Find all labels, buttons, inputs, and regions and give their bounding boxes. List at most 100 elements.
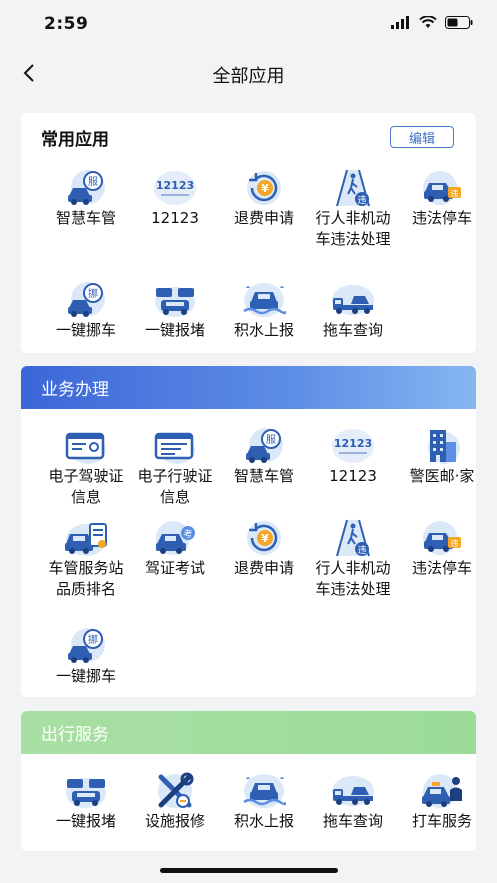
svg-text:¥: ¥ (261, 182, 269, 195)
refund-icon: ¥ (242, 168, 286, 208)
app-item-driver-license[interactable]: 电子驾驶证信息 (40, 426, 132, 508)
svg-text:违: 违 (451, 189, 459, 198)
app-item-illegal-parking[interactable]: 违违法停车 (396, 168, 476, 229)
app-item-label: 积水上报 (233, 812, 294, 830)
app-item-move-car[interactable]: 挪一键挪车 (40, 280, 132, 341)
report-congestion-icon (64, 771, 108, 811)
app-item-label: 设施报修 (144, 812, 205, 830)
app-item-label: 警医邮·家 (409, 467, 475, 485)
app-item-label: 行人非机动车违法处理 (315, 209, 391, 248)
driver-license-icon (64, 426, 108, 466)
app-item-refund[interactable]: ¥ 退费申请 (218, 518, 310, 579)
app-item-report-congestion[interactable]: 一键报堵 (129, 280, 221, 341)
nav-bar: 全部应用 (0, 50, 497, 98)
app-item-car-service[interactable]: 服智慧车管 (218, 426, 310, 487)
travel-title: 出行服务 (41, 725, 109, 745)
business-header: 业务办理 (21, 366, 476, 409)
svg-text:12123: 12123 (156, 179, 194, 192)
app-item-tow-truck[interactable]: 拖车查询 (307, 280, 399, 341)
app-item-label: 退费申请 (233, 209, 294, 227)
app-item-label: 12123 (151, 209, 199, 227)
app-item-label: 拖车查询 (322, 812, 383, 830)
svg-text:服: 服 (88, 176, 98, 188)
pedestrian-violation-icon: 违 (331, 168, 375, 208)
app-item-refund[interactable]: ¥ 退费申请 (218, 168, 310, 229)
station-ranking-icon (64, 518, 108, 558)
app-item-pedestrian-violation[interactable]: 违行人非机动车违法处理 (307, 168, 399, 250)
app-item-label: 车管服务站品质排名 (48, 559, 124, 598)
edit-button[interactable]: 编辑 (390, 126, 454, 148)
app-item-label: 打车服务 (411, 812, 472, 830)
app-item-label: 12123 (329, 467, 377, 485)
app-item-taxi-service[interactable]: 打车服务 (396, 771, 476, 832)
travel-header: 出行服务 (21, 711, 476, 754)
app-item-water-report[interactable]: 积水上报 (218, 280, 310, 341)
app-item-label: 一键挪车 (55, 667, 116, 685)
app-item-driving-exam[interactable]: 考驾证考试 (129, 518, 221, 579)
app-item-repair-tools[interactable]: 设施报修 (129, 771, 221, 832)
app-item-pedestrian-violation[interactable]: 违行人非机动车违法处理 (307, 518, 399, 600)
page-title: 全部应用 (212, 66, 285, 87)
app-item-illegal-parking[interactable]: 违违法停车 (396, 518, 476, 579)
status-bar: 2:59 (0, 0, 497, 50)
svg-text:¥: ¥ (261, 532, 269, 545)
app-item-vehicle-license[interactable]: 电子行驶证信息 (129, 426, 221, 508)
business-card: 业务办理 电子驾驶证信息 电子行驶证信息服智慧车管 12123 12123 警医邮·家车… (21, 366, 476, 697)
app-item-label: 一键报堵 (55, 812, 116, 830)
common-apps-title: 常用应用 (41, 130, 109, 150)
app-item-app-12123[interactable]: 12123 12123 (307, 426, 399, 487)
building-icon (420, 426, 464, 466)
app-item-app-12123[interactable]: 12123 12123 (129, 168, 221, 229)
car-service-icon: 服 (64, 168, 108, 208)
svg-text:服: 服 (266, 434, 276, 446)
app-item-label: 驾证考试 (144, 559, 205, 577)
svg-text:违: 违 (451, 539, 459, 548)
app-item-label: 行人非机动车违法处理 (315, 559, 391, 598)
pedestrian-violation-icon: 违 (331, 518, 375, 558)
app-item-label: 违法停车 (411, 559, 472, 577)
svg-text:挪: 挪 (88, 287, 98, 300)
app-item-label: 拖车查询 (322, 321, 383, 339)
wifi-icon (419, 16, 437, 28)
status-time: 2:59 (44, 14, 89, 34)
app-12123-icon: 12123 (331, 426, 375, 466)
svg-text:违: 违 (357, 545, 366, 556)
app-item-tow-truck[interactable]: 拖车查询 (307, 771, 399, 832)
taxi-service-icon (420, 771, 464, 811)
tow-truck-icon (331, 280, 375, 320)
business-title: 业务办理 (41, 380, 109, 400)
app-item-label: 电子行驶证信息 (137, 467, 213, 506)
signal-icon (391, 16, 409, 29)
status-icons (391, 16, 473, 29)
app-12123-icon: 12123 (153, 168, 197, 208)
illegal-parking-icon: 违 (420, 168, 464, 208)
repair-tools-icon (153, 771, 197, 811)
battery-icon (445, 16, 473, 29)
svg-text:挪: 挪 (88, 633, 98, 646)
app-item-label: 一键挪车 (55, 321, 116, 339)
water-report-icon (242, 771, 288, 811)
svg-text:违: 违 (357, 195, 366, 206)
app-item-station-ranking[interactable]: 车管服务站品质排名 (40, 518, 132, 600)
water-report-icon (242, 280, 288, 320)
app-item-car-service[interactable]: 服智慧车管 (40, 168, 132, 229)
tow-truck-icon (331, 771, 375, 811)
svg-text:考: 考 (183, 529, 192, 540)
app-item-report-congestion[interactable]: 一键报堵 (40, 771, 132, 832)
car-service-icon: 服 (242, 426, 286, 466)
vehicle-license-icon (153, 426, 197, 466)
refund-icon: ¥ (242, 518, 286, 558)
svg-text:12123: 12123 (334, 437, 372, 450)
app-item-label: 违法停车 (411, 209, 472, 227)
app-item-label: 积水上报 (233, 321, 294, 339)
illegal-parking-icon: 违 (420, 518, 464, 558)
move-car-icon: 挪 (64, 626, 108, 666)
app-item-label: 一键报堵 (144, 321, 205, 339)
app-item-label: 退费申请 (233, 559, 294, 577)
move-car-icon: 挪 (64, 280, 108, 320)
app-item-label: 电子驾驶证信息 (48, 467, 124, 506)
app-item-move-car[interactable]: 挪一键挪车 (40, 626, 132, 687)
app-item-label: 智慧车管 (55, 209, 116, 227)
app-item-water-report[interactable]: 积水上报 (218, 771, 310, 832)
app-item-building[interactable]: 警医邮·家 (396, 426, 476, 487)
